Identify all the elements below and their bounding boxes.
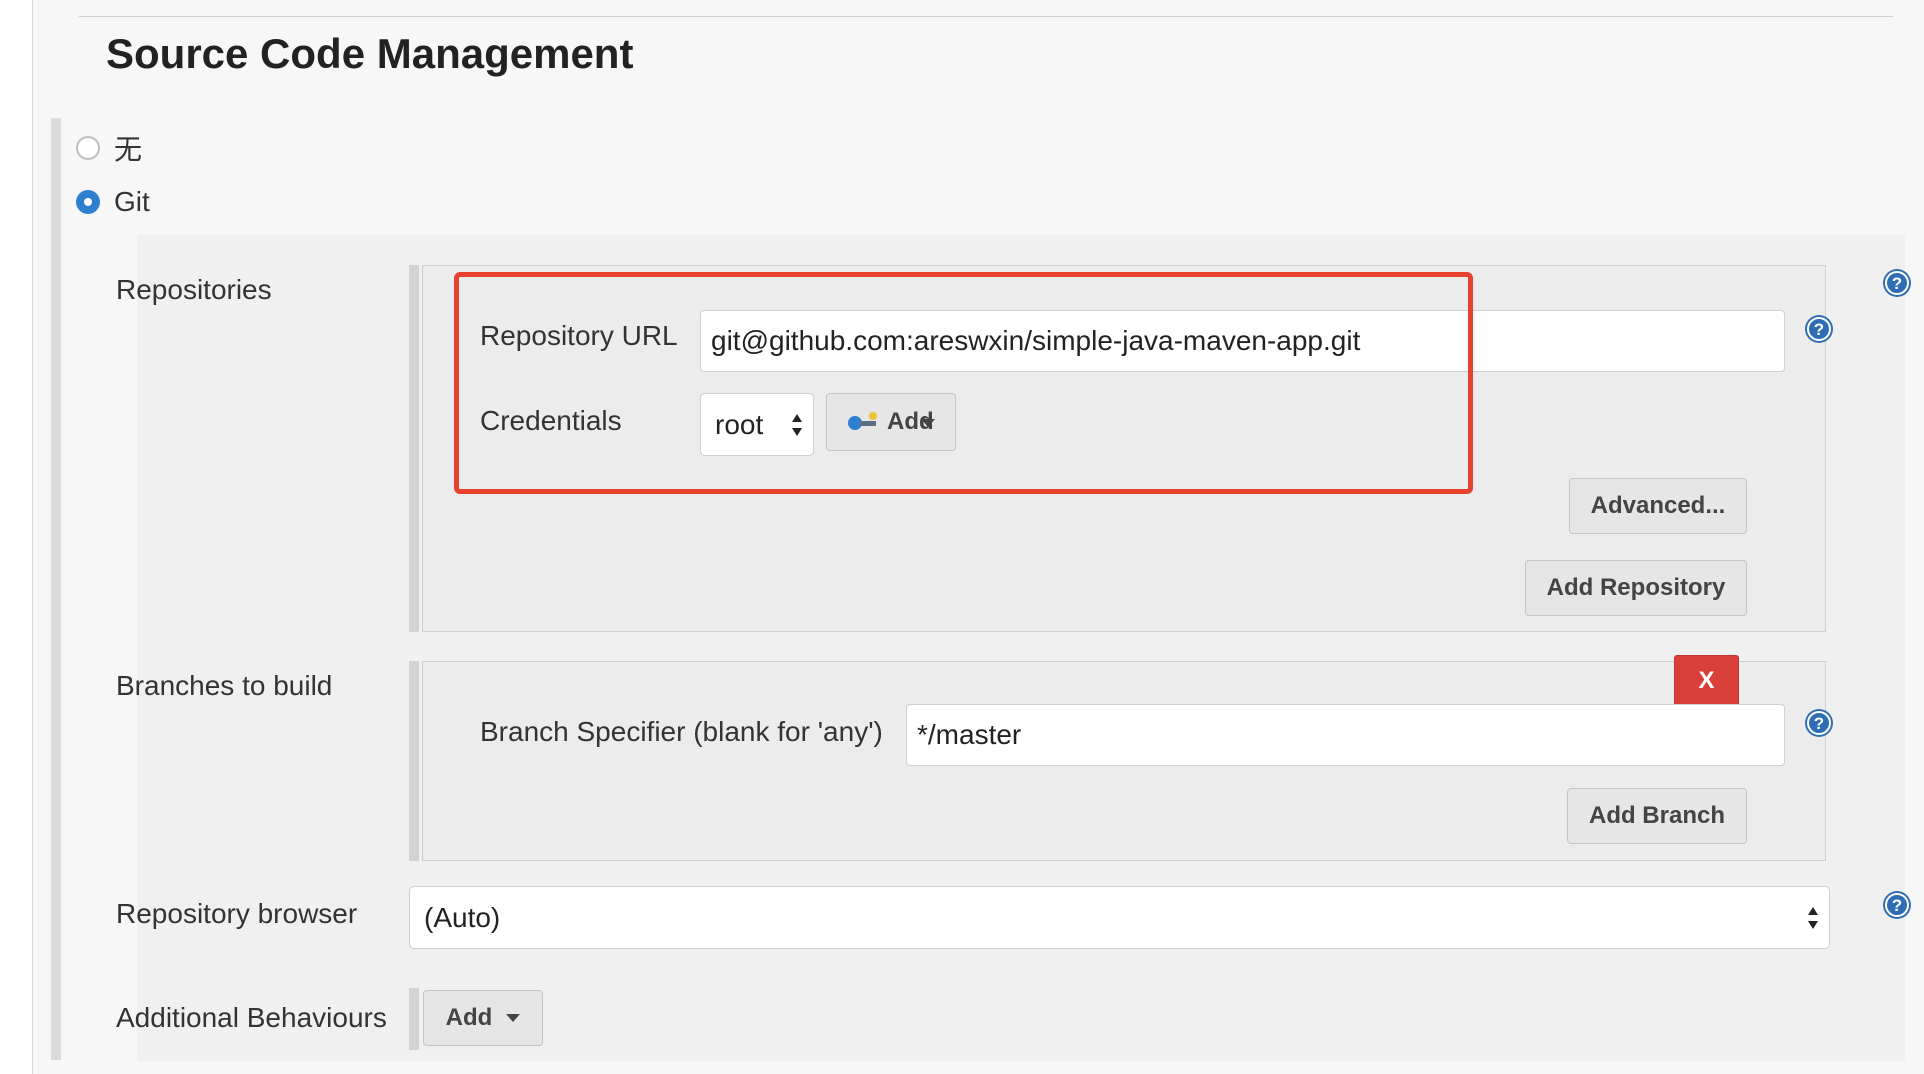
add-behaviour-button[interactable]: Add [423, 990, 543, 1046]
branch-specifier-input[interactable] [906, 704, 1785, 766]
repositories-rail [409, 265, 419, 632]
advanced-button[interactable]: Advanced... [1569, 478, 1747, 534]
scm-option-none-label: 无 [114, 134, 143, 165]
repository-browser-label: Repository browser [116, 898, 358, 929]
page-background: Source Code Management 无 Git Repositorie… [32, 0, 1924, 1074]
select-arrows-icon [1808, 906, 1818, 929]
svg-text:?: ? [1814, 714, 1824, 733]
repository-browser-select[interactable]: (Auto) [409, 886, 1830, 949]
radio-none[interactable] [76, 136, 100, 160]
git-panel-gutter [107, 235, 137, 1061]
help-icon[interactable]: ? [1804, 708, 1834, 738]
radio-git[interactable] [76, 190, 100, 214]
add-branch-button[interactable]: Add Branch [1567, 788, 1747, 844]
branches-label: Branches to build [116, 670, 333, 701]
scm-option-git[interactable]: Git [76, 186, 150, 218]
scm-option-none[interactable]: 无 [76, 128, 142, 168]
section-rail [51, 118, 61, 1060]
top-divider [79, 16, 1893, 17]
svg-text:?: ? [1892, 274, 1902, 293]
svg-text:?: ? [1814, 320, 1824, 339]
additional-behaviours-label: Additional Behaviours [116, 1002, 387, 1033]
additional-behaviours-rail [409, 988, 419, 1050]
add-behaviour-label: Add [445, 1004, 493, 1031]
section-title: Source Code Management [106, 30, 634, 77]
repository-browser-value: (Auto) [424, 901, 501, 933]
scm-option-git-label: Git [114, 186, 150, 217]
help-icon[interactable]: ? [1882, 890, 1912, 920]
help-icon[interactable]: ? [1882, 268, 1912, 298]
remove-branch-button[interactable]: X [1674, 655, 1739, 707]
add-repository-button[interactable]: Add Repository [1525, 560, 1747, 616]
highlight-box [454, 272, 1473, 494]
branches-rail [409, 661, 419, 861]
help-icon[interactable]: ? [1804, 314, 1834, 344]
repositories-label: Repositories [116, 274, 272, 305]
svg-text:?: ? [1892, 896, 1902, 915]
branch-specifier-label: Branch Specifier (blank for 'any') [480, 716, 883, 747]
caret-down-icon [506, 1014, 521, 1022]
